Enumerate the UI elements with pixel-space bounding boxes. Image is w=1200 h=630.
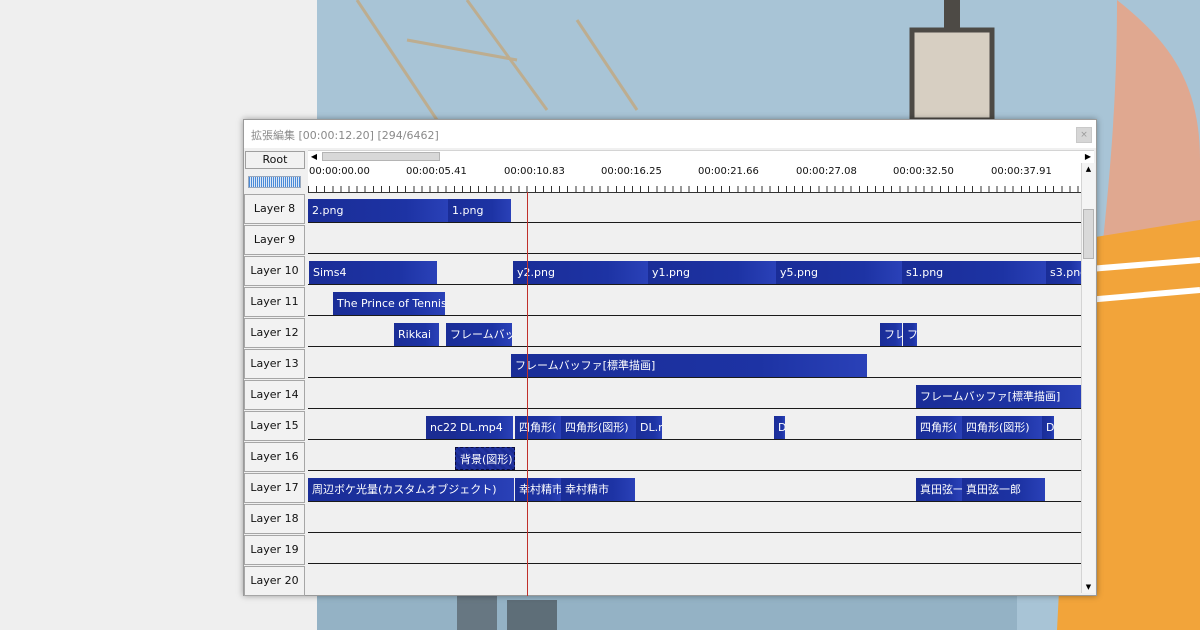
layer-header[interactable]: Layer 13 (244, 349, 305, 379)
ruler-label: 00:00:10.83 (504, 166, 565, 177)
clip-s1-png[interactable]: s1.png (902, 261, 1046, 284)
horizontal-scrollbar[interactable]: ◀ ▶ (308, 150, 1094, 163)
clip-rikkai[interactable]: Rikkai (394, 323, 439, 346)
layer-header[interactable]: Layer 15 (244, 411, 305, 441)
lane-separator (308, 346, 1081, 347)
clip-sims4[interactable]: Sims4 (309, 261, 437, 284)
clip-framebuffer-short[interactable]: フレ (880, 323, 902, 346)
window-title: 拡張編集 [00:00:12.20] [294/6462] (251, 129, 439, 142)
ruler-baseline (308, 192, 1082, 193)
scroll-up-arrow-icon[interactable]: ▲ (1082, 163, 1095, 175)
clip-yukimura-seiichi[interactable]: 幸村精市 (515, 478, 561, 501)
lane-separator (308, 253, 1081, 254)
playhead-cursor[interactable] (527, 192, 528, 596)
clip-1-png[interactable]: 1.png (448, 199, 511, 222)
layer-header[interactable]: Layer 8 (244, 194, 305, 224)
audio-meter (248, 176, 301, 188)
timeline-ruler[interactable]: 00:00:00.00 00:00:05.41 00:00:10.83 00:0… (308, 163, 1082, 193)
clip-background-shape-selected[interactable]: 背景(図形) (455, 447, 515, 470)
ruler-label: 00:00:21.66 (698, 166, 759, 177)
clip-framebuffer-short[interactable]: フ (903, 323, 917, 346)
clip-y2-png[interactable]: y2.png (513, 261, 648, 284)
vertical-scroll-thumb[interactable] (1083, 209, 1094, 259)
clip-sanada-genichiro[interactable]: 真田弦一郎 (916, 478, 962, 501)
lane-separator (308, 408, 1081, 409)
clip-dl-short[interactable]: D (1042, 416, 1054, 439)
lane-separator (308, 315, 1081, 316)
clip-dl-mp4[interactable]: DL.mp4 (456, 416, 513, 439)
clip-dl-mp4[interactable]: DL.mp4 (636, 416, 662, 439)
lane-separator (308, 439, 1081, 440)
layer-header[interactable]: Layer 9 (244, 225, 305, 255)
horizontal-scroll-thumb[interactable] (322, 152, 440, 161)
root-button[interactable]: Root (245, 151, 305, 169)
clip-yukimura-seiichi[interactable]: 幸村精市 (561, 478, 635, 501)
ruler-label: 00:00:32.50 (893, 166, 954, 177)
layer-header[interactable]: Layer 20 (244, 566, 305, 596)
clip-rectangle[interactable]: 四角形( (916, 416, 962, 439)
clip-rectangle-shape[interactable]: 四角形(図形) (561, 416, 636, 439)
close-button[interactable]: × (1076, 127, 1092, 143)
lane-separator (308, 470, 1081, 471)
layer-header[interactable]: Layer 18 (244, 504, 305, 534)
clip-dl-short[interactable]: D (774, 416, 785, 439)
lane-separator (308, 377, 1081, 378)
lane-separator (308, 501, 1081, 502)
clip-framebuffer-standard[interactable]: フレームバッファ[標準描画] (511, 354, 867, 377)
lane-separator (308, 563, 1081, 564)
clip-framebuffer-standard[interactable]: フレームバッファ[標準描画] (916, 385, 1081, 408)
ruler-label: 00:00:16.25 (601, 166, 662, 177)
window-titlebar[interactable]: 拡張編集 [00:00:12.20] [294/6462] × (244, 120, 1096, 148)
clip-framebuffer[interactable]: フレームバッファ (446, 323, 512, 346)
clip-y5-png[interactable]: y5.png (776, 261, 902, 284)
clip-2-png[interactable]: 2.png (308, 199, 448, 222)
lane-separator (308, 532, 1081, 533)
ruler-label: 00:00:00.00 (309, 166, 370, 177)
ruler-label: 00:00:37.91 (991, 166, 1052, 177)
layer-header[interactable]: Layer 12 (244, 318, 305, 348)
clip-s3-png[interactable]: s3.png (1046, 261, 1081, 284)
scroll-down-arrow-icon[interactable]: ▼ (1082, 581, 1095, 593)
clip-sanada-genichiro[interactable]: 真田弦一郎 (962, 478, 1045, 501)
clip-rectangle-shape[interactable]: 四角形(図形) (962, 416, 1042, 439)
clip-rectangle[interactable]: 四角形( (515, 416, 561, 439)
clip-nc22[interactable]: nc22 (426, 416, 456, 439)
scroll-right-arrow-icon[interactable]: ▶ (1082, 151, 1094, 163)
timeline-lanes[interactable]: 2.png 1.png Sims4 y2.png y1.png y5.png s… (308, 195, 1081, 594)
layer-header[interactable]: Layer 16 (244, 442, 305, 472)
layer-header[interactable]: Layer 17 (244, 473, 305, 503)
vertical-scrollbar[interactable]: ▲ ▼ (1081, 163, 1095, 593)
lane-separator (308, 284, 1081, 285)
clip-peripheral-bokeh[interactable]: 周辺ボケ光量(カスタムオブジェクト) (308, 478, 514, 501)
layer-header[interactable]: Layer 19 (244, 535, 305, 565)
lane-separator (308, 222, 1081, 223)
layer-header[interactable]: Layer 10 (244, 256, 305, 286)
scroll-left-arrow-icon[interactable]: ◀ (308, 151, 320, 163)
layer-header[interactable]: Layer 11 (244, 287, 305, 317)
extended-edit-window: 拡張編集 [00:00:12.20] [294/6462] × Root ◀ ▶… (243, 119, 1097, 596)
layer-header[interactable]: Layer 14 (244, 380, 305, 410)
clip-prince-of-tennis[interactable]: The Prince of Tennis (333, 292, 445, 315)
clip-y1-png[interactable]: y1.png (648, 261, 776, 284)
ruler-label: 00:00:27.08 (796, 166, 857, 177)
ruler-label: 00:00:05.41 (406, 166, 467, 177)
